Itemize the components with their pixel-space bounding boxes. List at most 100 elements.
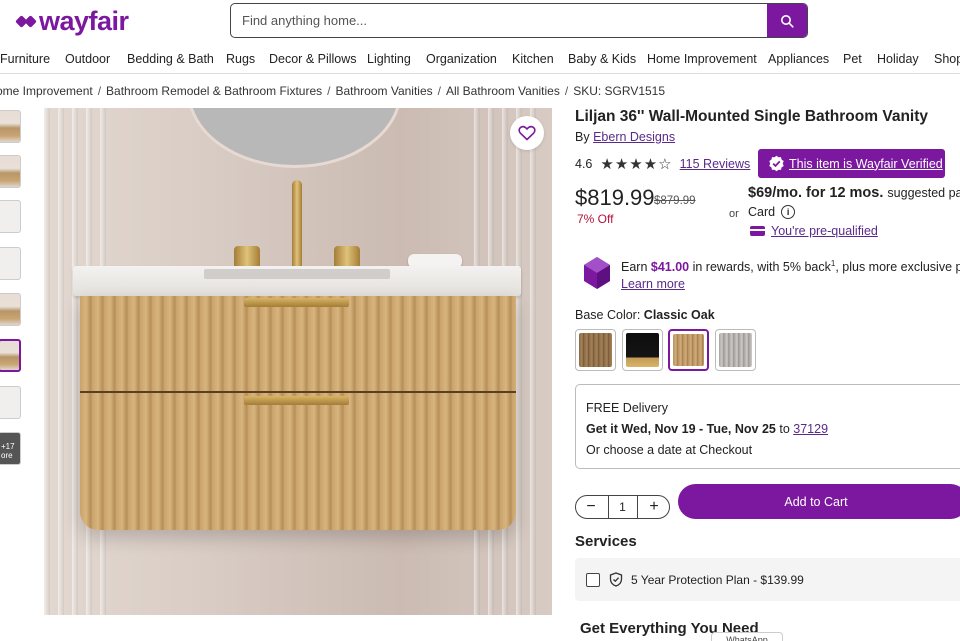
byline: By Ebern Designs [575,130,675,144]
delivery-box: FREE Delivery Get it Wed, Nov 19 - Tue, … [575,384,960,469]
thumbnail-2[interactable] [0,155,21,188]
services-heading: Services [575,533,637,550]
product-title: Liljan 36'' Wall-Mounted Single Bathroom… [575,108,928,125]
add-to-cart-button[interactable]: Add to Cart [678,484,960,519]
delivery-window: Get it Wed, Nov 19 - Tue, Nov 25 [586,422,776,436]
wall-panel [44,108,50,615]
swatch-fill [719,333,752,367]
by-label: By [575,130,590,144]
heart-icon [518,125,536,141]
nav-item-bedding-bath[interactable]: Bedding & Bath [127,52,214,66]
suggested-payment-text: suggested payn [887,186,960,200]
rewards-amount: $41.00 [650,260,690,275]
whatsapp-tooltip[interactable]: WhatsApp [711,632,783,641]
wall-panel [72,108,78,615]
drawer-handle-bottom [244,396,349,405]
drawer-divider [80,391,516,393]
quantity-value[interactable]: 1 [607,496,638,518]
swatch-black[interactable] [622,329,663,371]
search-icon [781,14,794,28]
thumbnail-more[interactable]: +17 ore [0,432,21,465]
logo-mark-icon [15,12,37,32]
nav-item-holiday[interactable]: Holiday [877,52,919,66]
drawer-handle-top [244,298,349,307]
logo-text: wayfair [39,6,129,36]
nav-item-outdoor[interactable]: Outdoor [65,52,110,66]
wayfair-logo[interactable]: wayfair [15,6,129,37]
nav-item-home-improvement[interactable]: Home Improvement [647,52,757,66]
prequalified-link[interactable]: You're pre-qualified [750,224,878,238]
thumbnail-3[interactable] [0,200,21,233]
vanity-cabinet [80,296,516,530]
increment-button[interactable]: + [647,499,661,515]
thumbnail-7[interactable] [0,386,21,419]
nav-item-appliances[interactable]: Appliances [768,52,829,66]
main-product-image[interactable] [44,108,552,615]
rewards-text: Earn $41.00 in rewards, with 5% back1, p… [621,259,960,274]
learn-more-link[interactable]: Learn more [621,277,685,291]
wall-panel [530,108,536,615]
breadcrumb-home-improvement[interactable]: ome Improvement [0,84,93,98]
favorite-button[interactable] [510,116,544,150]
reviews-link[interactable]: 115 Reviews [680,157,751,171]
nav-item-kitchen[interactable]: Kitchen [512,52,554,66]
thumbnail-4[interactable] [0,247,21,280]
breadcrumb-bathroom-remodel[interactable]: Bathroom Remodel & Bathroom Fixtures [106,84,322,98]
star-rating-icon: ★★★★☆ [600,156,673,173]
protection-plan-checkbox[interactable] [586,572,600,587]
breadcrumb-all-vanities[interactable]: All Bathroom Vanities [446,84,560,98]
discount-label: 7% Off [577,212,614,226]
swatch-grey[interactable] [715,329,756,371]
nav-item-pet[interactable]: Pet [843,52,862,66]
protection-plan-option[interactable]: 5 Year Protection Plan - $139.99 [575,558,960,601]
rating-row: 4.6 ★★★★☆ 115 Reviews [575,155,750,173]
wayfair-verified-badge[interactable]: This item is Wayfair Verified [758,149,945,178]
brand-link[interactable]: Ebern Designs [593,130,675,144]
nav-item-decor-pillows[interactable]: Decor & Pillows [269,52,357,66]
swatch-dark-walnut[interactable] [575,329,616,371]
choose-date-text: Or choose a date at Checkout [586,443,753,457]
monthly-payment: $69/mo. for 12 mos. suggested payn [748,185,960,201]
selected-color-name: Classic Oak [643,308,715,322]
thumbnail-more-label: ore [1,451,13,460]
swatch-fill [626,333,659,367]
thumbnail-6-selected[interactable] [0,339,21,372]
swatch-classic-oak-selected[interactable] [668,329,709,371]
breadcrumb-bathroom-vanities[interactable]: Bathroom Vanities [335,84,432,98]
swatch-fill [673,334,704,366]
thumbnail-1[interactable] [0,110,21,143]
nav-item-furniture[interactable]: Furniture [0,52,50,66]
monthly-amount: $69/mo. for 12 mos. [748,185,884,201]
quantity-stepper: − 1 + [575,495,670,519]
zip-code-link[interactable]: 37129 [793,422,828,436]
nav-item-shop[interactable]: Shop [934,52,960,66]
swatch-fill [579,333,612,367]
rating-value: 4.6 [575,157,593,171]
nav-item-baby-kids[interactable]: Baby & Kids [568,52,636,66]
header: wayfair [0,0,960,44]
nav-item-lighting[interactable]: Lighting [367,52,411,66]
search-input[interactable] [231,4,767,37]
rewards-tail: , plus more exclusive perks [835,260,960,275]
rewards-description: in rewards, with 5% back [692,260,831,275]
rewards-earn-label: Earn [621,260,648,275]
card-label: Card [748,205,776,219]
base-color-title: Base Color: [575,308,641,322]
wall-panel [516,108,522,615]
nav-item-rugs[interactable]: Rugs [226,52,255,66]
mirror [187,108,402,168]
prequalified-text: You're pre-qualified [771,224,878,238]
category-nav: Furniture Outdoor Bedding & Bath Rugs De… [0,44,960,74]
verified-text: This item is Wayfair Verified [789,156,943,171]
thumbnail-5[interactable] [0,293,21,326]
breadcrumb: ome Improvement / Bathroom Remodel & Bathr… [0,84,665,98]
nav-item-organization[interactable]: Organization [426,52,497,66]
search-button[interactable] [767,4,807,37]
info-icon[interactable]: i [781,205,796,219]
decrement-button[interactable]: − [584,499,598,515]
rewards-gem-icon [584,257,610,289]
protection-plan-label: 5 Year Protection Plan - $139.99 [631,572,804,587]
wall-panel [58,108,64,615]
delivery-date: Get it Wed, Nov 19 - Tue, Nov 25 to 3712… [586,422,828,436]
or-separator: or [729,208,739,220]
